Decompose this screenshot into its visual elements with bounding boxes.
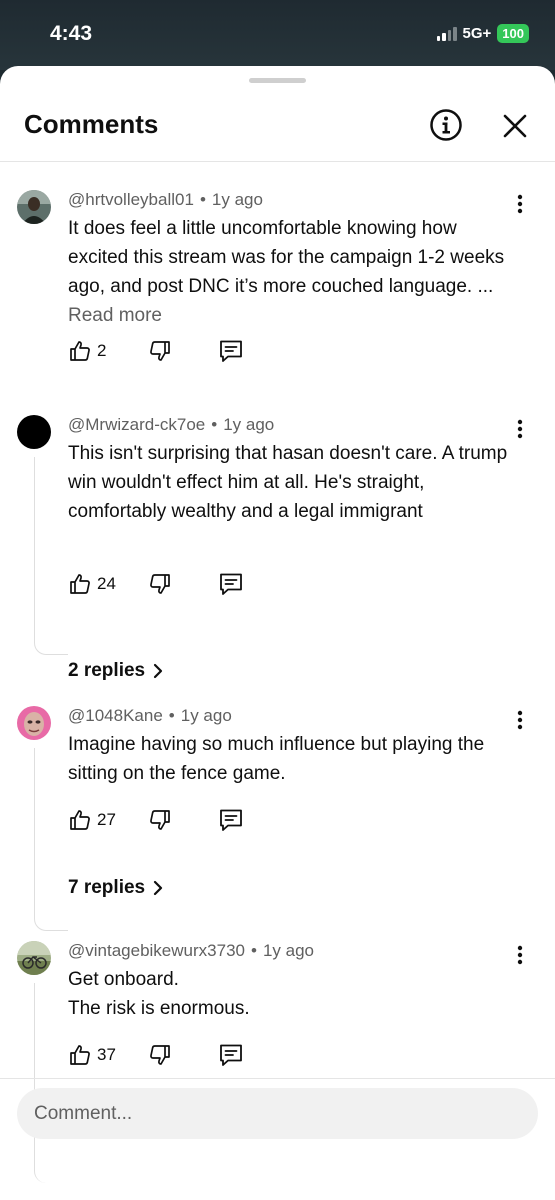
comment-author[interactable]: @1048Kane — [68, 706, 163, 725]
dislike-button[interactable] — [148, 572, 172, 596]
like-count: 2 — [97, 341, 107, 360]
replies-count: 7 replies — [68, 877, 146, 898]
comments-sheet: Comments @hrtvolleyball01 • 1y ago It do… — [0, 66, 555, 1200]
battery-indicator: 100 — [497, 24, 529, 43]
read-more-link[interactable]: Read more — [68, 305, 162, 326]
thread-line — [34, 983, 68, 1183]
close-button[interactable] — [500, 111, 530, 141]
network-type: 5G+ — [462, 25, 492, 42]
comment-line: Get onboard. — [68, 969, 179, 990]
comment-meta: @hrtvolleyball01 • 1y ago — [68, 190, 263, 209]
thumbs-down-icon — [150, 1045, 170, 1065]
comment-input[interactable] — [17, 1088, 538, 1139]
comment-author[interactable]: @Mrwizard-ck7oe — [68, 415, 205, 434]
comment-age: 1y ago — [211, 190, 263, 209]
thumbs-down-icon — [150, 341, 170, 361]
chevron-right-icon — [154, 663, 163, 679]
avatar[interactable] — [17, 415, 51, 449]
thumbs-up-icon — [70, 810, 90, 830]
close-icon — [503, 114, 527, 138]
thread-line — [34, 457, 68, 655]
reply-button[interactable] — [218, 571, 244, 597]
thumbs-up-icon — [70, 574, 90, 594]
comment-text: Imagine having so much influence but pla… — [68, 734, 485, 784]
like-count: 27 — [97, 810, 116, 829]
dislike-button[interactable] — [148, 1043, 172, 1067]
reply-button[interactable] — [218, 338, 244, 364]
comment-age: 1y ago — [180, 706, 232, 725]
comment-age: 1y ago — [223, 415, 275, 434]
comment-text: Get onboard. The risk is enormous. — [68, 965, 508, 1023]
thumbs-down-icon — [150, 810, 170, 830]
avatar-image — [17, 190, 51, 224]
status-indicators: 5G+ 100 — [436, 24, 529, 43]
comment-text: This isn't surprising that hasan doesn't… — [68, 443, 508, 522]
comment-line: The risk is enormous. — [68, 998, 250, 1019]
more-button[interactable] — [508, 943, 532, 967]
more-vertical-icon — [517, 194, 523, 214]
chevron-right-icon — [154, 880, 163, 896]
reply-button[interactable] — [218, 807, 244, 833]
view-replies-button[interactable]: 2 replies — [68, 660, 165, 682]
reply-icon — [220, 340, 242, 362]
reply-icon — [220, 809, 242, 831]
comment-meta: @1048Kane • 1y ago — [68, 706, 232, 725]
comment-composer[interactable] — [17, 1088, 538, 1139]
like-button[interactable]: 2 — [68, 339, 106, 363]
dislike-button[interactable] — [148, 339, 172, 363]
like-button[interactable]: 27 — [68, 808, 116, 832]
more-button[interactable] — [508, 708, 532, 732]
info-icon — [430, 109, 462, 141]
more-button[interactable] — [508, 192, 532, 216]
comment-author[interactable]: @hrtvolleyball01 — [68, 190, 194, 209]
avatar-image — [17, 941, 51, 975]
like-count: 37 — [97, 1045, 116, 1064]
replies-count: 2 replies — [68, 660, 146, 681]
avatar[interactable] — [17, 706, 51, 740]
thumbs-up-icon — [70, 1045, 90, 1065]
like-button[interactable]: 24 — [68, 572, 116, 596]
like-button[interactable]: 37 — [68, 1043, 116, 1067]
comment-body: It does feel a little uncomfortable know… — [68, 218, 505, 297]
thread-line — [34, 748, 68, 931]
signal-icon — [436, 26, 457, 41]
avatar[interactable] — [17, 190, 51, 224]
reply-icon — [220, 573, 242, 595]
reply-button[interactable] — [218, 1042, 244, 1068]
header-divider — [0, 161, 555, 162]
status-time: 4:43 — [50, 22, 93, 45]
more-vertical-icon — [517, 945, 523, 965]
info-button[interactable] — [429, 108, 463, 142]
thumbs-down-icon — [150, 574, 170, 594]
view-replies-button[interactable]: 7 replies — [68, 877, 165, 899]
status-bar: 4:43 5G+ 100 — [0, 0, 555, 70]
composer-divider — [0, 1078, 555, 1079]
like-count: 24 — [97, 574, 116, 593]
drag-handle[interactable] — [249, 78, 306, 83]
comment-actions: 27 — [68, 808, 242, 832]
comment-actions: 2 — [68, 339, 242, 363]
more-vertical-icon — [517, 710, 523, 730]
dislike-button[interactable] — [148, 808, 172, 832]
comment-meta: @vintagebikewurx3730 • 1y ago — [68, 941, 314, 960]
comment-author[interactable]: @vintagebikewurx3730 — [68, 941, 245, 960]
thumbs-up-icon — [70, 341, 90, 361]
reply-icon — [220, 1044, 242, 1066]
more-button[interactable] — [508, 417, 532, 441]
more-vertical-icon — [517, 419, 523, 439]
comment-meta: @Mrwizard-ck7oe • 1y ago — [68, 415, 275, 434]
comment-text: It does feel a little uncomfortable know… — [68, 214, 508, 330]
comment-age: 1y ago — [262, 941, 314, 960]
avatar[interactable] — [17, 941, 51, 975]
comment-actions: 37 — [68, 1043, 242, 1067]
page-title: Comments — [24, 109, 159, 139]
avatar-image — [17, 706, 51, 740]
comment-actions: 24 — [68, 572, 242, 596]
